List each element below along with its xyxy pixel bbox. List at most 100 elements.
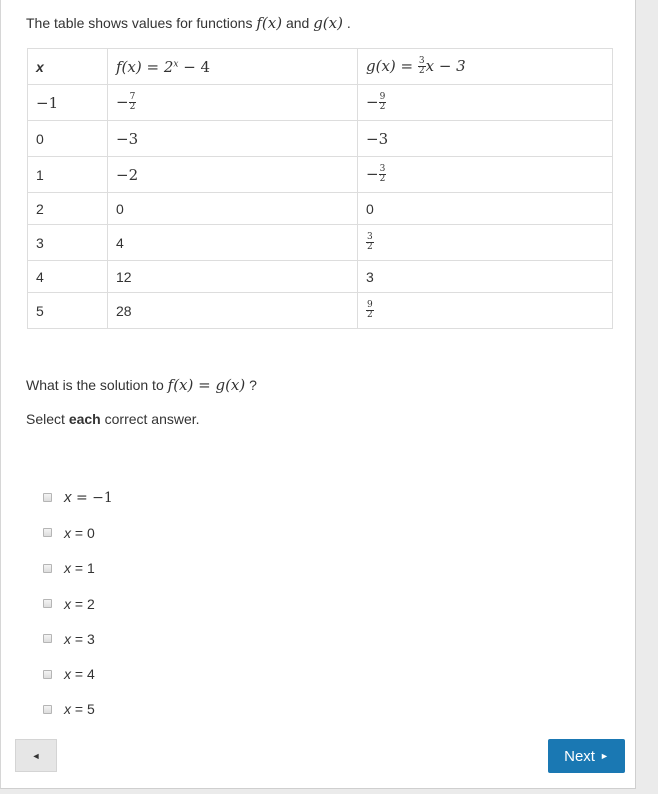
choice-x-1[interactable]: x = 1: [43, 551, 113, 586]
table-row: 1 −2 −3 2: [27, 156, 613, 193]
header-g-fraction: 32: [417, 57, 426, 77]
header-x: x: [27, 48, 108, 85]
choice-rest: = 1: [71, 560, 95, 577]
choice-var: x: [64, 666, 71, 683]
question-prefix: What is the solution to: [26, 377, 168, 393]
frac-den: 2: [379, 102, 386, 113]
header-g-label: g(x) =: [366, 56, 418, 75]
choice-var: x: [64, 489, 72, 507]
cell-g: −3: [357, 120, 613, 157]
next-button[interactable]: Next ►: [548, 739, 625, 773]
fraction: 32: [366, 233, 374, 252]
sign: −: [366, 164, 379, 183]
checkbox[interactable]: [43, 634, 52, 644]
choice-label: x = −1: [64, 489, 113, 506]
choice-rest: = 3: [71, 630, 95, 647]
header-f-tail: − 4: [178, 57, 211, 76]
cell-g: 32: [357, 224, 613, 261]
sign: −: [116, 92, 129, 111]
frac-den: 2: [418, 66, 425, 77]
sign: −: [366, 92, 379, 111]
choice-rest: = −1: [71, 490, 113, 507]
checkbox[interactable]: [43, 493, 52, 503]
cell-f: 0: [107, 192, 358, 225]
frac-den: 2: [367, 242, 373, 252]
cell-g: 3: [357, 260, 613, 293]
header-g: g(x) = 32x − 3: [357, 48, 613, 85]
cell-f: −7 2: [107, 84, 358, 121]
fraction: 92: [366, 301, 374, 320]
choice-label: x = 1: [64, 560, 95, 576]
choice-rest: = 4: [71, 666, 95, 683]
choice-label: x = 3: [64, 631, 95, 647]
intro-text: The table shows values for functions f(x…: [26, 14, 351, 32]
table-row: 2 0 0: [27, 192, 613, 225]
header-f: f(x) = 2x − 4: [107, 48, 358, 85]
cell-x: 3: [27, 224, 108, 261]
choice-x-0[interactable]: x = 0: [43, 515, 113, 550]
cell-f: −3: [107, 120, 358, 157]
instr-bold: each: [68, 411, 101, 427]
next-label: Next: [564, 747, 595, 765]
choice-rest: = 2: [71, 595, 95, 612]
question-equation: f(x) = g(x): [167, 376, 246, 394]
cell-f: −2: [107, 156, 358, 193]
choice-rest: = 5: [71, 701, 95, 718]
frac-den: 2: [129, 102, 136, 113]
question-suffix: ?: [245, 377, 257, 393]
table-row: 3 4 32: [27, 224, 613, 261]
previous-button[interactable]: ◄: [15, 739, 57, 772]
choice-var: x: [64, 524, 71, 541]
table-row: 4 12 3: [27, 260, 613, 293]
g-notation: g(x): [313, 14, 343, 32]
f-notation: f(x): [256, 14, 283, 32]
left-triangle-icon: ◄: [31, 750, 41, 761]
instruction-text: Select each correct answer.: [26, 411, 200, 427]
values-table: x f(x) = 2x − 4 g(x) = 32x − 3 −1 −7 2 −9…: [27, 48, 613, 329]
table-row: 5 28 92: [27, 292, 613, 329]
intro-and: and: [282, 15, 314, 31]
cell-f: 12: [107, 260, 358, 293]
table-header-row: x f(x) = 2x − 4 g(x) = 32x − 3: [27, 48, 613, 85]
cell-g: 0: [357, 192, 613, 225]
instr-pre: Select: [26, 411, 69, 427]
table-row: 0 −3 −3: [27, 120, 613, 157]
choice-label: x = 5: [64, 701, 95, 717]
frac-den: 2: [379, 174, 386, 185]
checkbox[interactable]: [43, 669, 52, 679]
choice-x-5[interactable]: x = 5: [43, 692, 113, 727]
header-x-label: x: [36, 58, 44, 75]
question-panel: The table shows values for functions f(x…: [0, 0, 636, 789]
checkbox[interactable]: [43, 599, 52, 609]
intro-suffix: .: [342, 15, 351, 31]
choice-var: x: [64, 560, 71, 577]
fraction: 32: [378, 165, 387, 185]
cell-x: 2: [27, 192, 108, 225]
choice-x-2[interactable]: x = 2: [43, 586, 113, 621]
cell-x: −1: [27, 84, 108, 121]
choice-label: x = 0: [64, 525, 95, 541]
choice-var: x: [64, 595, 71, 612]
choice-label: x = 4: [64, 666, 95, 682]
choice-x-4[interactable]: x = 4: [43, 656, 113, 691]
choice-x-neg1[interactable]: x = −1: [43, 480, 113, 515]
cell-g: 92: [357, 292, 613, 329]
right-triangle-icon: ►: [599, 751, 609, 761]
cell-g: −9 2: [357, 84, 613, 121]
answer-choices: x = −1 x = 0 x = 1 x = 2 x = 3 x = 4 x =…: [43, 480, 113, 727]
cell-x: 1: [27, 156, 108, 193]
checkbox[interactable]: [43, 528, 52, 538]
choice-x-3[interactable]: x = 3: [43, 621, 113, 656]
checkbox[interactable]: [43, 704, 52, 714]
cell-x: 0: [27, 120, 108, 157]
checkbox[interactable]: [43, 563, 52, 573]
cell-f: 4: [107, 224, 358, 261]
header-f-label: f(x) = 2: [116, 57, 174, 76]
cell-x: 4: [27, 260, 108, 293]
cell-f: 28: [107, 292, 358, 329]
choice-label: x = 2: [64, 596, 95, 612]
choice-rest: = 0: [71, 524, 95, 541]
question-text: What is the solution to f(x) = g(x) ?: [26, 376, 257, 394]
intro-prefix: The table shows values for functions: [26, 15, 257, 31]
cell-x: 5: [27, 292, 108, 329]
